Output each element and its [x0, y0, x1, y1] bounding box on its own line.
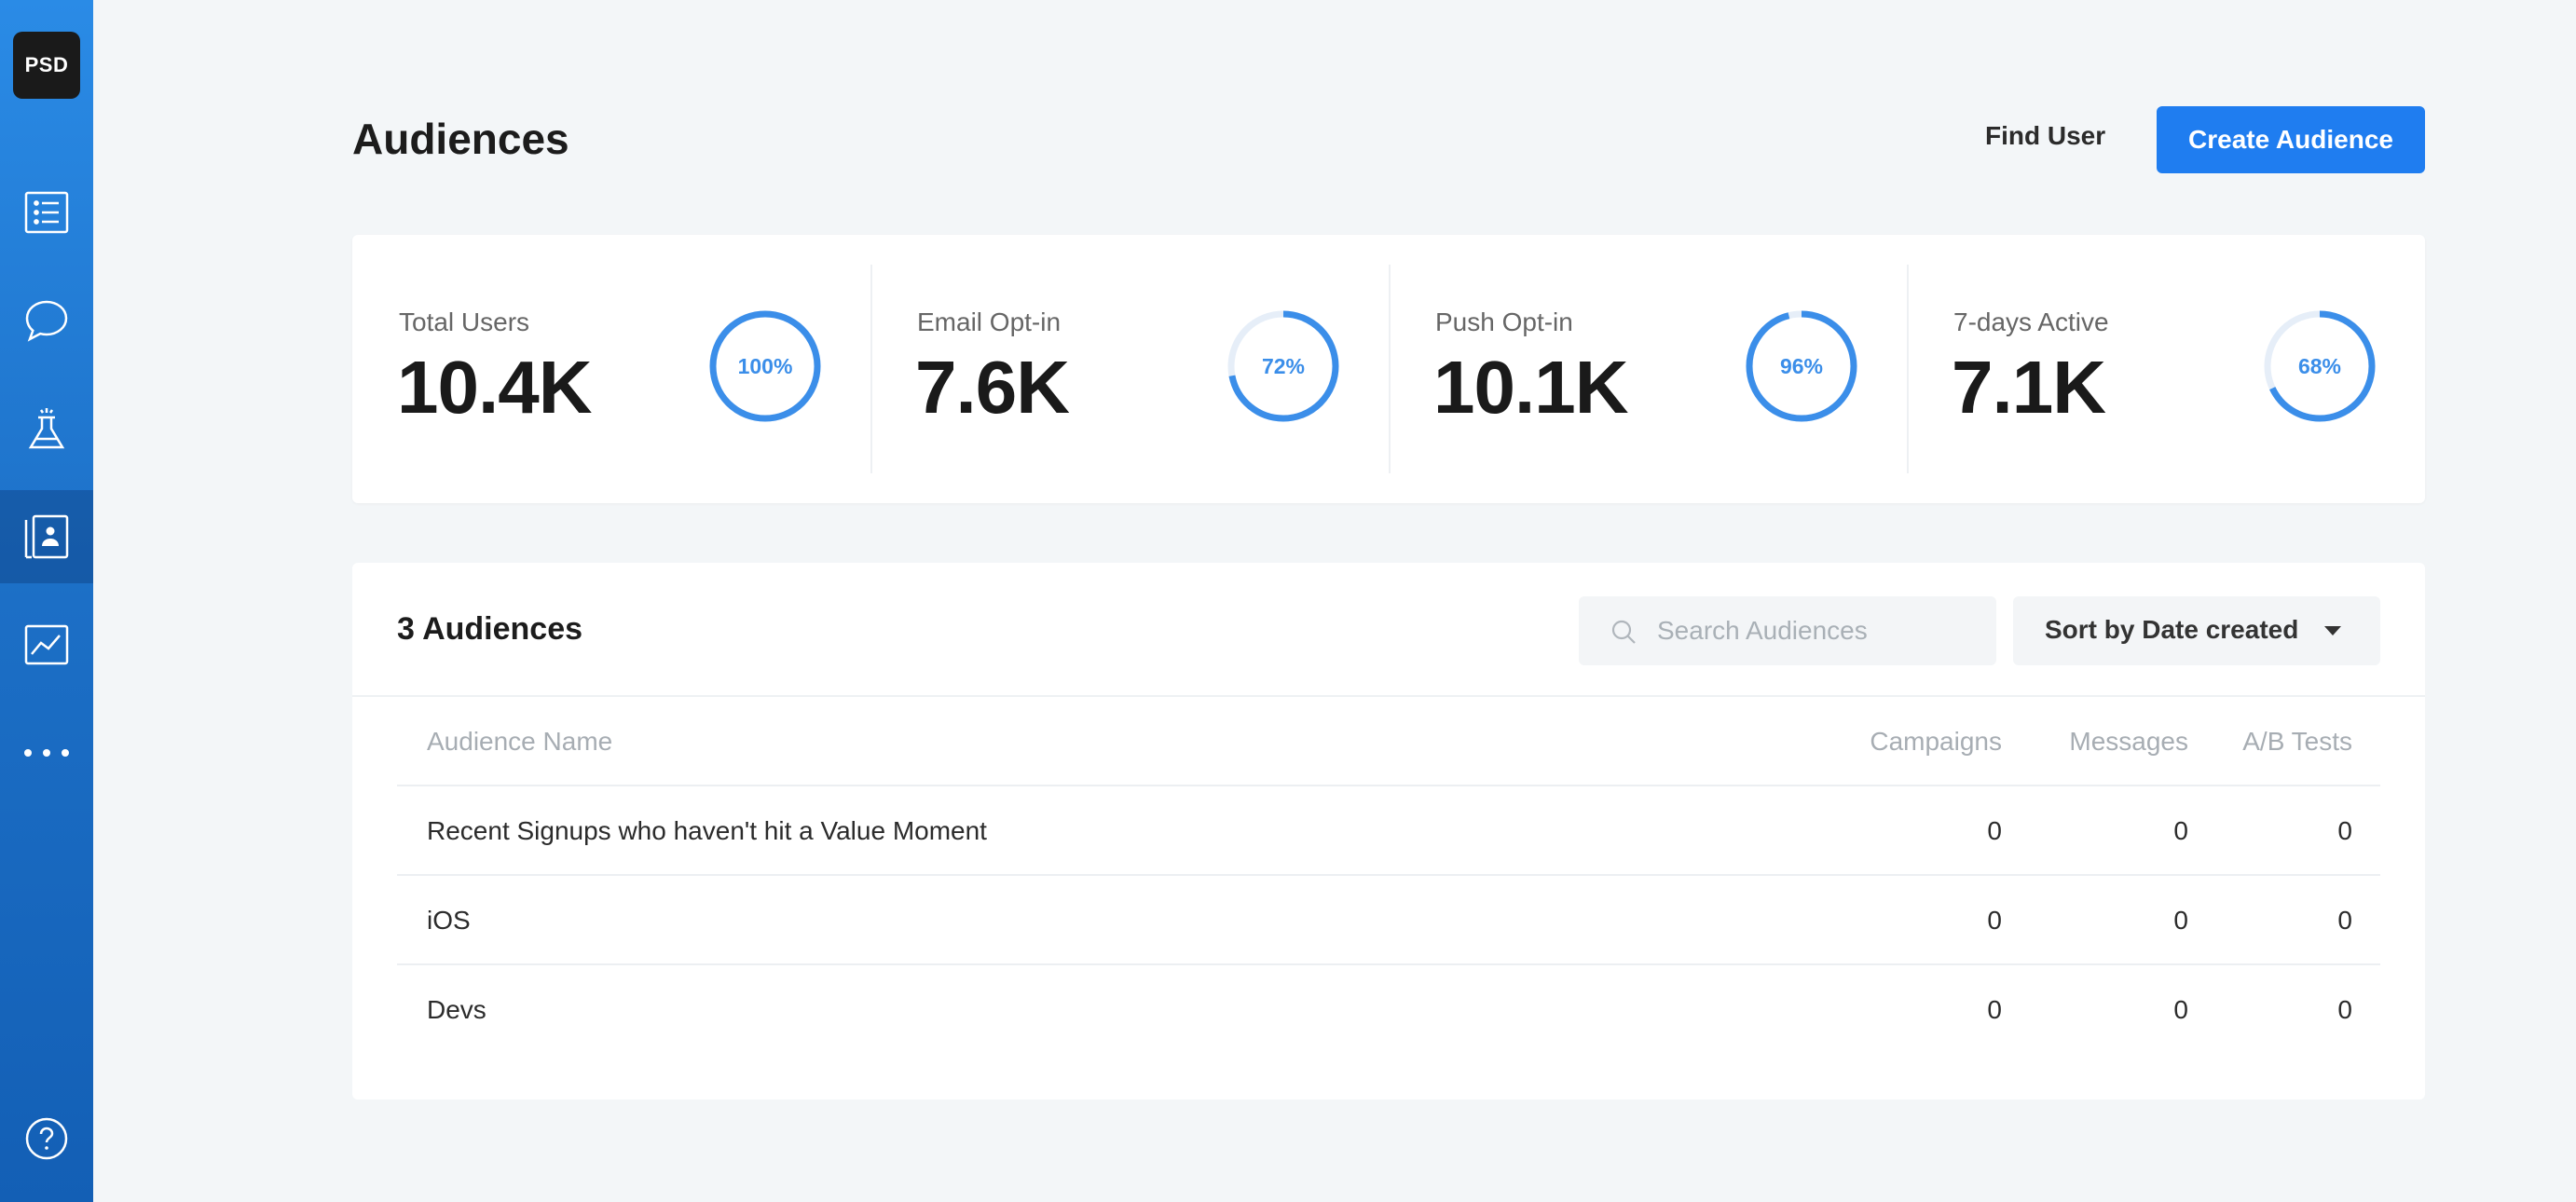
column-header-messages[interactable]: Messages [2002, 727, 2188, 757]
find-user-link[interactable]: Find User [1985, 121, 2105, 151]
flask-icon [28, 408, 65, 449]
stat-value: 10.1K [1433, 346, 1628, 429]
stats-summary-card: Total Users 10.4K 100% Email Opt-in 7.6K… [352, 235, 2425, 503]
sidebar: PSD [0, 0, 93, 1202]
search-icon [1611, 620, 1636, 644]
search-box [1579, 596, 1996, 665]
column-header-ab-tests[interactable]: A/B Tests [2188, 727, 2352, 757]
help-icon [25, 1117, 68, 1160]
table-row[interactable]: iOS 0 0 0 [397, 876, 2380, 963]
stat-label: Total Users [399, 307, 530, 336]
chat-bubble-icon [25, 300, 68, 342]
stat-value: 7.1K [1952, 346, 2106, 429]
table-row[interactable]: Devs 0 0 0 [397, 965, 2380, 1053]
table-row[interactable]: Recent Signups who haven't hit a Value M… [397, 786, 2380, 874]
messages-count: 0 [2173, 816, 2188, 845]
divider [352, 695, 2425, 697]
sidebar-item-more[interactable] [0, 706, 93, 799]
audience-count-title: 3 Audiences [397, 611, 583, 647]
audience-name: Devs [427, 995, 486, 1024]
sort-dropdown[interactable]: Sort by Date created [2013, 596, 2380, 665]
contacts-icon [24, 514, 69, 559]
column-header-audience-name[interactable]: Audience Name [427, 727, 612, 757]
ab-tests-count: 0 [2337, 816, 2352, 845]
percent-label: 72% [1261, 353, 1306, 378]
ab-tests-count: 0 [2337, 906, 2352, 935]
percent-ring: 68% [2261, 307, 2378, 425]
stat-label: Email Opt-in [917, 307, 1062, 336]
sort-label: Sort by Date created [2045, 615, 2299, 644]
audience-name: Recent Signups who haven't hit a Value M… [427, 816, 987, 845]
campaigns-count: 0 [1987, 995, 2002, 1024]
stat-email-opt-in: Email Opt-in 7.6K 72% [870, 235, 1389, 503]
sidebar-item-messages[interactable] [0, 274, 93, 367]
sidebar-item-list[interactable] [0, 166, 93, 259]
campaigns-count: 0 [1987, 906, 2002, 935]
stat-total-users: Total Users 10.4K 100% [352, 235, 870, 503]
campaigns-count: 0 [1987, 816, 2002, 845]
sidebar-item-audiences[interactable] [0, 490, 93, 583]
column-header-campaigns[interactable]: Campaigns [1816, 727, 2002, 757]
messages-count: 0 [2173, 995, 2188, 1024]
ab-tests-count: 0 [2337, 995, 2352, 1024]
search-input[interactable] [1657, 596, 1983, 665]
page-title: Audiences [352, 115, 569, 163]
percent-label: 96% [1779, 353, 1824, 378]
audience-name: iOS [427, 906, 471, 935]
sidebar-item-analytics[interactable] [0, 598, 93, 691]
help-button[interactable] [0, 1092, 93, 1185]
stat-value: 10.4K [397, 346, 592, 429]
audiences-table-card: 3 Audiences Sort by Date created Audienc… [352, 563, 2425, 1100]
chevron-down-icon [2324, 626, 2341, 635]
percent-ring: 100% [706, 307, 824, 425]
percent-label: 100% [737, 353, 793, 378]
app-logo[interactable]: PSD [13, 32, 80, 99]
percent-ring: 72% [1225, 307, 1342, 425]
stat-push-opt-in: Push Opt-in 10.1K 96% [1389, 235, 1907, 503]
list-icon [24, 191, 69, 234]
line-chart-icon [24, 624, 69, 665]
create-audience-button[interactable]: Create Audience [2157, 106, 2425, 173]
percent-ring: 96% [1743, 307, 1860, 425]
stat-label: Push Opt-in [1435, 307, 1573, 336]
stat-label: 7-days Active [1953, 307, 2109, 336]
messages-count: 0 [2173, 906, 2188, 935]
more-dots-icon [24, 749, 69, 757]
stat-7-days-active: 7-days Active 7.1K 68% [1907, 235, 2425, 503]
stat-value: 7.6K [915, 346, 1070, 429]
sidebar-item-experiments[interactable] [0, 382, 93, 475]
percent-label: 68% [2297, 353, 2342, 378]
